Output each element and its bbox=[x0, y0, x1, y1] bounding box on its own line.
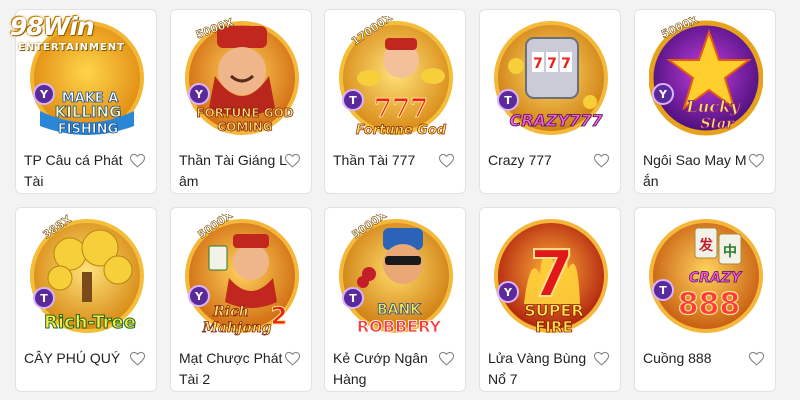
game-thumbnail[interactable]: 388X T Rich-Tree bbox=[30, 214, 144, 340]
svg-text:发: 发 bbox=[698, 237, 714, 254]
svg-text:BANK: BANK bbox=[377, 302, 422, 318]
svg-text:KILLING: KILLING bbox=[55, 103, 122, 121]
game-title[interactable]: Cuồng 888 bbox=[643, 348, 751, 369]
svg-text:888: 888 bbox=[678, 287, 741, 322]
game-card[interactable]: 5000X Y Rich Mahjong 2 Mạt Chược Phát Tà… bbox=[170, 207, 312, 392]
game-grid: 98Win ENTERTAINMENT Y MAKE A KILLING FIS… bbox=[0, 0, 800, 400]
game-title[interactable]: CÂY PHÚ QUÝ bbox=[24, 348, 132, 369]
brand-logo-sub: ENTERTAINMENT bbox=[18, 42, 125, 53]
favorite-heart-icon[interactable] bbox=[284, 152, 301, 169]
svg-text:FIRE: FIRE bbox=[535, 318, 573, 336]
game-card[interactable]: 388X T Rich-Tree CÂY PHÚ QUÝ bbox=[15, 207, 157, 392]
game-thumbnail[interactable]: 5000X Y Lucky Star bbox=[649, 16, 763, 142]
game-title[interactable]: Lửa Vàng Bùng Nổ 7 bbox=[488, 348, 596, 390]
favorite-heart-icon[interactable] bbox=[129, 350, 146, 367]
svg-text:Star: Star bbox=[700, 116, 735, 132]
svg-text:T: T bbox=[349, 292, 357, 305]
favorite-heart-icon[interactable] bbox=[129, 152, 146, 169]
svg-text:2: 2 bbox=[271, 302, 288, 330]
svg-text:Lucky: Lucky bbox=[685, 97, 741, 116]
svg-text:T: T bbox=[40, 292, 48, 305]
game-title[interactable]: Crazy 777 bbox=[488, 150, 596, 171]
svg-text:7: 7 bbox=[547, 56, 557, 72]
brand-logo: 98Win ENTERTAINMENT bbox=[4, 12, 124, 60]
game-card[interactable]: 5000X Y Lucky Star Ngôi Sao May Mắn bbox=[634, 9, 776, 194]
game-card[interactable]: 17000X T 777 Fortune God Thần Tài 777 bbox=[324, 9, 466, 194]
svg-text:7: 7 bbox=[533, 56, 543, 72]
svg-text:中: 中 bbox=[723, 243, 737, 260]
svg-text:Y: Y bbox=[658, 88, 668, 101]
game-title[interactable]: Kẻ Cướp Ngân Hàng bbox=[333, 348, 441, 390]
svg-text:CRAZY777: CRAZY777 bbox=[509, 111, 603, 130]
favorite-heart-icon[interactable] bbox=[593, 350, 610, 367]
svg-text:777: 777 bbox=[374, 94, 428, 124]
svg-text:Fortune God: Fortune God bbox=[356, 123, 447, 138]
game-title[interactable]: Thần Tài 777 bbox=[333, 150, 441, 171]
svg-text:T: T bbox=[349, 94, 357, 107]
favorite-heart-icon[interactable] bbox=[748, 152, 765, 169]
game-title[interactable]: Thần Tài Giáng Lâm bbox=[179, 150, 287, 192]
favorite-heart-icon[interactable] bbox=[593, 152, 610, 169]
svg-text:COMING: COMING bbox=[217, 120, 272, 134]
svg-text:Y: Y bbox=[503, 286, 513, 299]
favorite-heart-icon[interactable] bbox=[748, 350, 765, 367]
game-thumbnail[interactable]: 5000X Y Rich Mahjong 2 bbox=[185, 214, 299, 340]
svg-text:FISHING: FISHING bbox=[58, 122, 118, 137]
favorite-heart-icon[interactable] bbox=[438, 152, 455, 169]
brand-logo-main: 98Win bbox=[10, 12, 95, 41]
game-card[interactable]: 发 中 T CRAZY 888 Cuồng 888 bbox=[634, 207, 776, 392]
svg-text:Y: Y bbox=[39, 88, 49, 101]
game-thumbnail[interactable]: 7 7 7 T CRAZY777 bbox=[494, 16, 608, 142]
game-title[interactable]: Mạt Chược Phát Tài 2 bbox=[179, 348, 287, 390]
svg-text:CRAZY: CRAZY bbox=[689, 270, 743, 286]
svg-text:7: 7 bbox=[561, 56, 571, 72]
svg-text:FORTUNE GOD: FORTUNE GOD bbox=[196, 106, 293, 120]
game-thumbnail[interactable]: 7 Y SUPER FIRE bbox=[494, 214, 608, 340]
game-card[interactable]: 7 7 7 T CRAZY777 Crazy 777 bbox=[479, 9, 621, 194]
game-card[interactable]: 5000X T BANK ROBBERY Kẻ Cướp Ngân Hàng bbox=[324, 207, 466, 392]
game-card[interactable]: 5000X Y FORTUNE GOD COMING Thần Tài Gián… bbox=[170, 9, 312, 194]
game-thumbnail[interactable]: 发 中 T CRAZY 888 bbox=[649, 214, 763, 340]
game-thumbnail[interactable]: 5000X Y FORTUNE GOD COMING bbox=[185, 16, 299, 142]
svg-text:T: T bbox=[504, 94, 512, 107]
game-thumbnail[interactable]: 5000X T BANK ROBBERY bbox=[339, 214, 453, 340]
favorite-heart-icon[interactable] bbox=[438, 350, 455, 367]
svg-text:T: T bbox=[659, 284, 667, 297]
game-card[interactable]: 7 Y SUPER FIRE Lửa Vàng Bùng Nổ 7 bbox=[479, 207, 621, 392]
favorite-heart-icon[interactable] bbox=[284, 350, 301, 367]
svg-text:Rich: Rich bbox=[212, 304, 249, 320]
svg-text:Y: Y bbox=[194, 88, 204, 101]
svg-text:ROBBERY: ROBBERY bbox=[357, 317, 442, 336]
svg-text:Y: Y bbox=[194, 290, 204, 303]
game-title[interactable]: Ngôi Sao May Mắn bbox=[643, 150, 751, 192]
svg-text:Mahjong: Mahjong bbox=[201, 320, 271, 336]
game-thumbnail[interactable]: 17000X T 777 Fortune God bbox=[339, 16, 453, 142]
svg-text:Rich-Tree: Rich-Tree bbox=[44, 312, 136, 333]
game-title[interactable]: TP Câu cá Phát Tài bbox=[24, 150, 132, 192]
